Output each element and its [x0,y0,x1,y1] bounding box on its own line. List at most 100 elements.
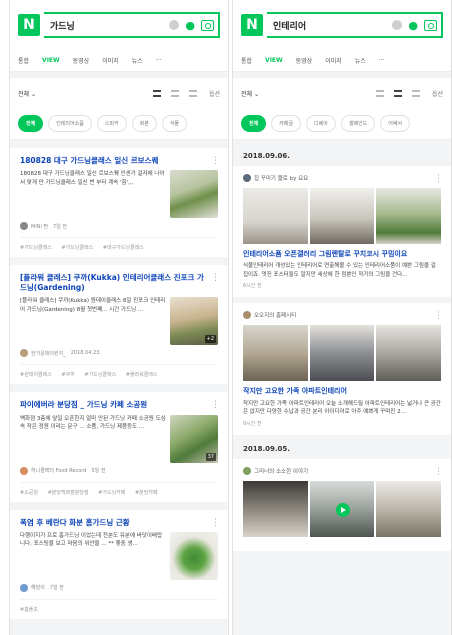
chip-keyword[interactable]: 인테리어소품 [48,115,92,132]
tag[interactable]: #홈플초 [20,607,38,613]
more-icon[interactable]: ⋮ [434,311,443,321]
avatar[interactable] [20,583,28,592]
camera-search-icon[interactable] [201,19,214,31]
feed-image[interactable] [243,188,308,244]
tab-all[interactable]: 통합 [241,56,252,65]
avatar[interactable] [20,222,28,231]
tab-image[interactable]: 이미지 [102,56,119,65]
tab-more[interactable]: ··· [156,57,162,64]
result-card[interactable]: ⋮ 파이에버라 분당점 _ 가드닝 카페 소공원 백화점 3층에 앞일 오픈한지… [10,392,228,502]
search-query[interactable]: 인테리어 [273,19,392,32]
tab-video[interactable]: 동영상 [296,56,313,65]
naver-logo[interactable]: N [241,14,263,36]
tag[interactable]: #분당백화점분당점 [48,490,89,496]
result-title[interactable]: [플라워 클래스] 쿠까(Kukka) 인테리어클래스 진포크 가드닝(Gard… [20,273,218,292]
search-input[interactable]: 인테리어 ● [267,12,443,38]
naver-logo[interactable]: N [18,14,40,36]
tab-all[interactable]: 통합 [18,56,29,65]
tab-view[interactable]: VIEW [265,57,283,64]
avatar[interactable] [243,174,251,182]
more-icon[interactable]: ⋮ [434,174,443,184]
feed-card[interactable]: ⋮ 그리너의 소소한 이야기 [233,458,451,551]
sort-dropdown[interactable]: 전체 ⌄ [18,89,143,98]
tab-more[interactable]: ··· [379,57,385,64]
more-icon[interactable]: ⋮ [211,518,220,528]
author-name[interactable]: 오오지의 홈페시티 [254,311,296,319]
tag[interactable]: #쿠까 [61,372,74,378]
feed-title[interactable]: 인테리어소품 오픈갤러리 그림렌탈로 꾸치코시 꾸밈이요 [243,250,441,259]
tag[interactable]: #가드닝클래스 [84,372,116,378]
author-name[interactable]: 그리너의 소소한 이야기 [254,467,308,475]
clear-icon[interactable] [392,20,403,30]
chip-keyword[interactable]: 스피커 [96,115,127,132]
options-button[interactable]: 옵션 [209,89,220,98]
author-name[interactable]: 한가운데이런지_ [31,350,66,357]
tag[interactable]: #가드닝클래스 [61,245,93,251]
options-button[interactable]: 옵션 [432,89,443,98]
search-query[interactable]: 가드닝 [50,19,169,32]
chip-keyword[interactable]: 식물 [161,115,188,132]
result-thumbnail[interactable]: 37 [170,414,218,463]
list-view-icon[interactable] [152,89,161,97]
play-icon[interactable] [335,503,350,518]
chip-keyword[interactable]: 어쎄서 [380,115,411,132]
feed-image[interactable] [376,325,442,382]
search-input[interactable]: 가드닝 ● [44,12,220,38]
image-strip[interactable] [243,480,442,537]
author-name[interactable]: 허니콜렉터 Food Record [31,467,86,474]
tab-view[interactable]: VIEW [42,57,60,64]
feed-image[interactable] [243,480,308,537]
result-thumbnail[interactable] [170,170,218,219]
tag[interactable]: #대구가드닝클래스 [103,245,144,251]
feed-image[interactable] [376,480,442,537]
feed-image[interactable] [309,188,375,244]
chip-keyword[interactable]: 셀페인드 [340,115,376,132]
image-strip[interactable] [243,325,442,382]
chip-keyword[interactable]: 화분 [131,115,157,132]
result-title[interactable]: 파이에버라 분당점 _ 가드닝 카페 소공원 [20,400,218,409]
avatar[interactable] [20,466,28,475]
tag[interactable]: #플라워클래스 [126,372,158,378]
tag[interactable]: #분당카페 [135,490,158,496]
image-strip[interactable] [243,188,442,244]
chip-all[interactable]: 전체 [18,115,44,132]
microphone-icon[interactable]: ● [185,19,195,32]
avatar[interactable] [243,466,251,475]
feed-image[interactable] [243,325,308,382]
feed-card[interactable]: ⋮ 오오지의 홈페시티 작지만 고요한 가족 아파트인테리어 작지만 고요한 가… [233,303,451,435]
author-name[interactable]: MiNi 찐 [31,223,48,230]
result-thumbnail[interactable]: +2 [170,297,218,346]
card-view-icon[interactable] [393,89,402,97]
feed-image[interactable] [309,325,375,382]
grid-view-icon[interactable] [188,89,197,97]
tab-image[interactable]: 이미지 [325,56,342,65]
result-card[interactable]: ⋮ 폭염 후 베란다 화분 홈가드닝 근황 다행이지가 프로 홈가드닝 이었는데… [10,509,228,619]
clear-icon[interactable] [169,20,180,30]
more-icon[interactable]: ⋮ [211,400,220,410]
feed-image[interactable] [309,480,375,537]
feed-card[interactable]: ⋮ 집 꾸미기 블로 by 요요 인테리어소품 오픈갤러리 그림렌탈로 꾸치코시… [233,166,451,298]
feed-title[interactable]: 작지만 고요한 가족 아파트인테리어 [243,387,441,396]
more-icon[interactable]: ⋮ [434,467,443,477]
grid-view-icon[interactable] [411,89,420,97]
tab-news[interactable]: 뉴스 [355,56,366,65]
chip-keyword[interactable]: 디베아 [306,115,336,132]
chip-keyword[interactable]: 카페글 [271,115,302,132]
sort-dropdown[interactable]: 전체 ⌄ [241,89,366,98]
tag[interactable]: #원데이클래스 [20,372,52,378]
avatar[interactable] [243,311,251,320]
more-icon[interactable]: ⋮ [211,273,220,283]
tab-news[interactable]: 뉴스 [132,56,143,65]
avatar[interactable] [20,349,28,358]
result-card[interactable]: ⋮ 180828 대구 가드닝클래스 일신 르보스퀘 180828 대구 가드닝… [10,148,228,258]
result-thumbnail[interactable] [170,531,218,580]
camera-search-icon[interactable] [424,19,437,31]
list-view-icon[interactable] [375,89,384,97]
result-title[interactable]: 180828 대구 가드닝클래스 일신 르보스퀘 [20,156,218,165]
card-view-icon[interactable] [170,89,179,97]
result-title[interactable]: 폭염 후 베란다 화분 홈가드닝 근황 [20,518,218,527]
result-card[interactable]: ⋮ [플라워 클래스] 쿠까(Kukka) 인테리어클래스 진포크 가드닝(Ga… [10,265,228,385]
tag[interactable]: #가드닝클래스 [20,245,52,251]
author-name[interactable]: 집 꾸미기 블로 by 요요 [254,174,308,182]
more-icon[interactable]: ⋮ [211,156,220,166]
